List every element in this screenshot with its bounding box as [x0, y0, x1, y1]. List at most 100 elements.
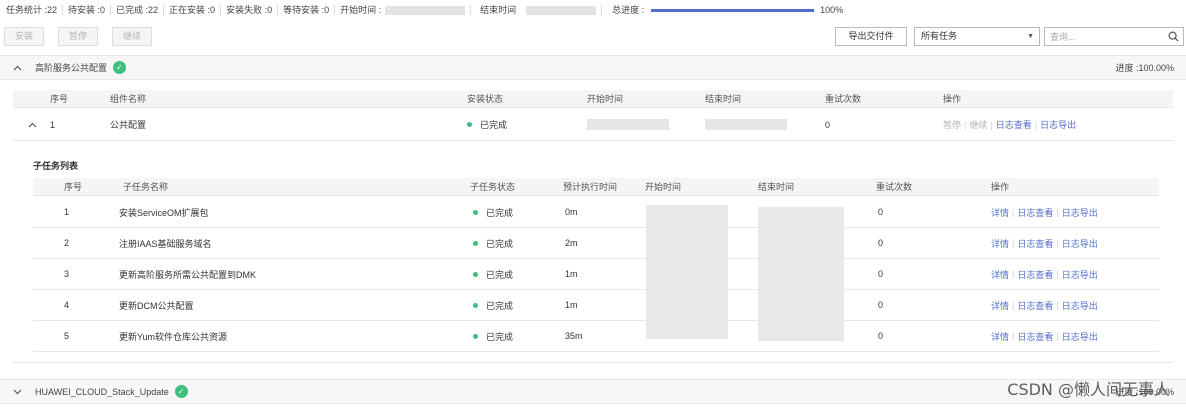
status-dot: [473, 271, 478, 277]
subtask-row: 5 更新Yum软件仓库公共资源 已完成 35m 0 详情 | 日志查看 | 日志导出: [33, 321, 1159, 352]
chevron-up-icon[interactable]: [13, 63, 23, 73]
overall-progress: 总进度 : 100%: [602, 5, 848, 15]
col-retries: 重试次数: [876, 182, 913, 192]
subtask-index: 2: [64, 238, 70, 248]
group-progress: 进度 :100.00%: [1115, 63, 1174, 73]
chevron-up-icon[interactable]: [28, 109, 37, 140]
subtask-list-title: 子任务列表: [33, 161, 79, 171]
task-statistics-bar: 任务统计 :22 待安装 :0 已完成 :22 正在安装 :0 安装失败 :0 …: [0, 0, 1186, 20]
col-start-time: 开始时间: [645, 182, 682, 192]
install-button[interactable]: 安装: [4, 27, 44, 46]
resume-link[interactable]: 继续: [969, 118, 987, 131]
start-time-label: 开始时间 :: [340, 4, 382, 15]
status-dot: [473, 209, 478, 215]
view-log-link[interactable]: 日志查看: [1017, 268, 1053, 281]
subtask-actions: 详情 | 日志查看 | 日志导出: [991, 330, 1098, 343]
detail-link[interactable]: 详情: [991, 299, 1009, 312]
export-log-link[interactable]: 日志导出: [1062, 330, 1098, 343]
group-header-common-config[interactable]: 高阶服务公共配置 ✓ 进度 :100.00%: [0, 55, 1186, 80]
stat-completed: 已完成 :22: [111, 5, 165, 15]
divider: [13, 362, 1173, 363]
col-actions: 操作: [991, 182, 1010, 192]
end-time: 结束时间: [471, 4, 603, 16]
task-filter-value: 所有任务: [921, 31, 958, 41]
progress-percent: 100%: [820, 5, 844, 15]
detail-link[interactable]: 详情: [991, 268, 1009, 281]
subtask-eta: 1m: [565, 269, 578, 279]
subtask-index: 3: [64, 269, 70, 279]
check-circle-icon: ✓: [174, 385, 188, 398]
end-time-redacted: [705, 109, 787, 140]
status-dot: [473, 240, 478, 246]
col-actions: 操作: [943, 94, 962, 104]
end-time-value-redacted: [526, 6, 597, 16]
col-eta: 预计执行时间: [563, 182, 618, 192]
task-filter-select[interactable]: 所有任务 ▼: [914, 27, 1040, 46]
resume-button[interactable]: 继续: [112, 27, 152, 46]
subtask-name: 安装ServiceOM扩展包: [119, 207, 209, 218]
col-end-time: 结束时间: [705, 94, 742, 104]
view-log-link[interactable]: 日志查看: [1017, 206, 1053, 219]
export-deliverables-button[interactable]: 导出交付件: [835, 27, 907, 46]
col-index: 序号: [64, 182, 83, 192]
component-actions: 暂停 | 继续 | 日志查看 | 日志导出: [943, 118, 1077, 131]
search-box: [1044, 27, 1184, 46]
subtask-actions: 详情 | 日志查看 | 日志导出: [991, 237, 1098, 250]
subtask-retries: 0: [878, 269, 884, 279]
subtask-row: 4 更新DCM公共配置 已完成 1m 0 详情 | 日志查看 | 日志导出: [33, 290, 1159, 321]
stat-total: 任务统计 :22: [0, 5, 64, 15]
status-badge: 已完成: [473, 197, 513, 227]
chevron-down-icon[interactable]: [13, 387, 23, 397]
component-index: 1: [50, 119, 56, 130]
export-log-link[interactable]: 日志导出: [1062, 237, 1098, 250]
view-log-link[interactable]: 日志查看: [1017, 237, 1053, 250]
subtask-row: 1 安装ServiceOM扩展包 已完成 0m 0 详情 | 日志查看 | 日志导出: [33, 197, 1159, 228]
col-subtask-name: 子任务名称: [123, 182, 169, 192]
subtask-retries: 0: [878, 300, 884, 310]
progress-bar: [650, 9, 814, 13]
export-log-link[interactable]: 日志导出: [1040, 118, 1076, 131]
search-input[interactable]: [1045, 28, 1160, 45]
pause-button[interactable]: 暂停: [58, 27, 98, 46]
subtask-row: 3 更新高阶服务所需公共配置到DMK 已完成 1m 0 详情 | 日志查看 | 日志导出: [33, 259, 1159, 290]
col-end-time: 结束时间: [758, 182, 795, 192]
view-log-link[interactable]: 日志查看: [1017, 299, 1053, 312]
subtask-retries: 0: [878, 238, 884, 248]
search-icon[interactable]: [1168, 31, 1179, 44]
group-name: HUAWEI_CLOUD_Stack_Update: [35, 386, 169, 397]
view-log-link[interactable]: 日志查看: [1017, 330, 1053, 343]
progress-label: 总进度 :: [612, 5, 645, 15]
subtask-retries: 0: [878, 207, 884, 217]
subtask-eta: 2m: [565, 238, 578, 248]
start-time: 开始时间 :: [335, 4, 472, 16]
subtask-row: 2 注册IAAS基础服务域名 已完成 2m 0 详情 | 日志查看 | 日志导出: [33, 228, 1159, 259]
status-text: 已完成: [486, 331, 514, 342]
export-log-link[interactable]: 日志导出: [1062, 299, 1098, 312]
check-circle-icon: ✓: [113, 61, 127, 74]
status-dot: [473, 302, 478, 308]
detail-link[interactable]: 详情: [991, 206, 1009, 219]
detail-link[interactable]: 详情: [991, 330, 1009, 343]
start-time-column-redacted: [646, 205, 728, 339]
subtask-index: 5: [64, 331, 70, 341]
detail-link[interactable]: 详情: [991, 237, 1009, 250]
pause-link[interactable]: 暂停: [943, 118, 961, 131]
subtask-retries: 0: [878, 331, 884, 341]
status-badge: 已完成: [467, 109, 507, 140]
status-text: 已完成: [486, 269, 514, 280]
status-text: 已完成: [480, 120, 508, 130]
view-log-link[interactable]: 日志查看: [996, 118, 1032, 131]
export-log-link[interactable]: 日志导出: [1062, 268, 1098, 281]
component-table-header: 序号 组件名称 安装状态 开始时间 结束时间 重试次数 操作: [13, 90, 1173, 108]
status-dot: [467, 122, 472, 127]
export-log-link[interactable]: 日志导出: [1062, 206, 1098, 219]
subtask-actions: 详情 | 日志查看 | 日志导出: [991, 268, 1098, 281]
start-time-redacted: [587, 109, 669, 140]
watermark: CSDN @懒人间无事人: [1007, 380, 1170, 399]
group-name: 高阶服务公共配置: [35, 63, 108, 73]
col-retries: 重试次数: [825, 94, 862, 104]
subtask-name: 更新Yum软件仓库公共资源: [119, 331, 228, 342]
subtask-eta: 35m: [565, 331, 583, 341]
subtask-actions: 详情 | 日志查看 | 日志导出: [991, 206, 1098, 219]
toolbar: 安装 暂停 继续 导出交付件 所有任务 ▼: [0, 27, 1186, 48]
